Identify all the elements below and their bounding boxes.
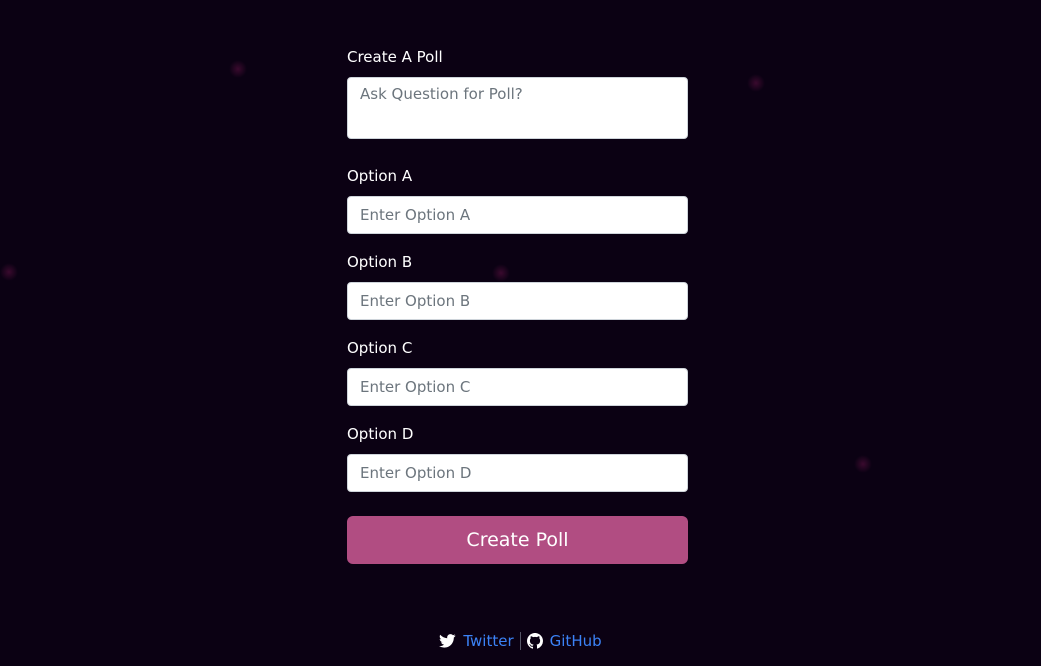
- background-dot: [0, 263, 18, 281]
- option-a-label: Option A: [347, 167, 413, 185]
- background-dot: [747, 74, 765, 92]
- create-poll-button[interactable]: Create Poll: [347, 516, 688, 564]
- option-a-input[interactable]: [347, 196, 688, 234]
- poll-question-input[interactable]: [347, 77, 688, 139]
- option-d-label: Option D: [347, 425, 414, 443]
- option-c-label: Option C: [347, 339, 413, 357]
- option-d-input[interactable]: [347, 454, 688, 492]
- question-label: Create A Poll: [347, 48, 443, 66]
- github-icon: [526, 633, 543, 649]
- github-label: GitHub: [549, 632, 602, 650]
- option-b-label: Option B: [347, 253, 413, 271]
- footer-separator: [519, 632, 521, 650]
- twitter-label: Twitter: [463, 632, 514, 650]
- footer: Twitter GitHub: [0, 629, 1041, 653]
- option-c-input[interactable]: [347, 368, 688, 406]
- github-link[interactable]: GitHub: [526, 632, 602, 650]
- twitter-link[interactable]: Twitter: [439, 632, 514, 650]
- twitter-icon: [439, 634, 456, 648]
- background-dot: [854, 455, 872, 473]
- option-b-input[interactable]: [347, 282, 688, 320]
- create-poll-form: Create A Poll Option A Option B Option C…: [347, 46, 688, 564]
- background-dot: [229, 60, 247, 78]
